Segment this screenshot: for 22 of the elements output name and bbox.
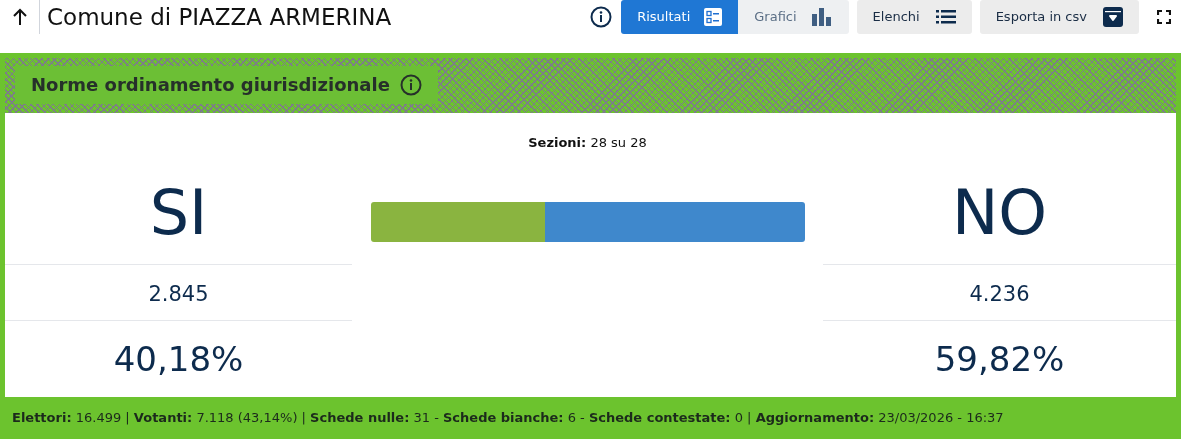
option-label: NO: [951, 182, 1048, 244]
option-label: SI: [149, 182, 208, 244]
back-arrow-icon[interactable]: [11, 8, 28, 26]
vote-percentage: 40,18%: [113, 337, 244, 381]
list-button[interactable]: Elenchi: [856, 0, 972, 34]
list-icon: [935, 10, 956, 24]
info-icon[interactable]: [590, 6, 613, 28]
checklist-icon: [704, 8, 723, 26]
bar-chart-icon: [810, 8, 833, 26]
vote-count: 2.845: [148, 280, 209, 308]
section-title: Norme ordinamento giurisdizionale: [31, 73, 390, 97]
page-title: Comune di PIAZZA ARMERINA: [47, 2, 393, 32]
status-bar-text: Elettori: 16.499 | Votanti: 7.118 (43,14%) | Schede nulle: 31 - Schede bianche: 6 - Schede contestate: 0 | Aggiornamento: 23/03/2026 - 16:37: [12, 409, 1004, 428]
export-button[interactable]: Esporta in csv: [979, 0, 1139, 34]
download-box-icon: [1103, 7, 1123, 27]
vote-percentage: 59,82%: [934, 337, 1065, 381]
view-tab[interactable]: Grafici: [738, 0, 849, 34]
info-icon[interactable]: [399, 73, 422, 96]
fullscreen-icon[interactable]: [1157, 10, 1171, 24]
vote-count: 4.236: [969, 280, 1030, 308]
sections-count: Sezioni: 28 su 28: [528, 134, 647, 152]
view-tab[interactable]: Risultati: [621, 0, 739, 34]
